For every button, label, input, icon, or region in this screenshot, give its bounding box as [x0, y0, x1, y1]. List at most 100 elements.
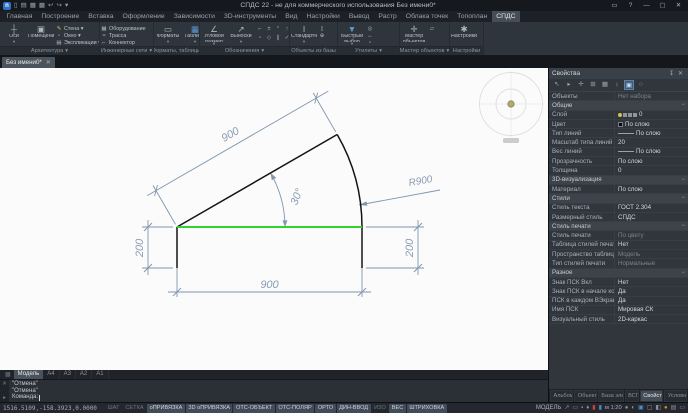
- screen-mode-icon[interactable]: ▭: [608, 1, 621, 11]
- property-row[interactable]: Масштаб типа линий 20: [549, 138, 688, 148]
- ribbon-button-icon[interactable]: ↑: [283, 25, 289, 33]
- property-row[interactable]: Общие: [549, 101, 688, 111]
- property-row[interactable]: Знак ПСК в начале ко... Да: [549, 287, 688, 297]
- app-logo-icon[interactable]: n: [3, 1, 11, 10]
- property-row[interactable]: ПСК в каждом ВЭкране Да: [549, 296, 688, 306]
- ribbon-tab[interactable]: СПДС: [491, 11, 521, 22]
- property-row[interactable]: Материал По слою: [549, 184, 688, 195]
- property-row[interactable]: Стиль текста ГОСТ 2.304: [549, 203, 688, 213]
- property-row[interactable]: Размерный стиль СПДС: [549, 212, 688, 223]
- close-icon[interactable]: ✕: [2, 381, 7, 387]
- ribbon-tab[interactable]: Топоплан: [453, 11, 492, 22]
- ribbon-button[interactable]: ▼ Быстрый выбор ▾: [339, 23, 365, 46]
- properties-toolbar-icon[interactable]: ↕: [612, 80, 622, 90]
- ribbon-button[interactable]: ▦ Оборудование: [101, 25, 145, 32]
- ribbon-tab[interactable]: Построение: [37, 11, 84, 22]
- ribbon-button[interactable]: ✱ Настройки ▾: [451, 23, 477, 46]
- property-row[interactable]: Вес линий По слою: [549, 147, 688, 158]
- ribbon-tab[interactable]: Вставка: [84, 11, 118, 22]
- ribbon-group-label[interactable]: Обозначения ▾: [200, 46, 289, 55]
- properties-toolbar-icon[interactable]: ○: [636, 80, 646, 90]
- ribbon-button[interactable]: ◎: [367, 25, 375, 32]
- panel-tab[interactable]: База эле...: [597, 389, 624, 402]
- close-icon[interactable]: ✕: [676, 70, 685, 77]
- property-row[interactable]: Визуальный стиль 2D-каркас: [549, 315, 688, 325]
- ribbon-button[interactable]: ▤ Экспликации ▾: [56, 39, 99, 46]
- ribbon-button[interactable]: ▭ Форматы ▾: [155, 23, 181, 46]
- dimension-texts[interactable]: 900 200 200 900 30° R900: [134, 125, 434, 291]
- property-row[interactable]: Прозрачность По слою: [549, 157, 688, 167]
- property-row[interactable]: Стили: [549, 194, 688, 204]
- ribbon-tab[interactable]: Настройки: [302, 11, 344, 22]
- status-icon[interactable]: ●: [664, 404, 668, 413]
- drawing-canvas[interactable]: 900 200 200 900 30° R900: [0, 68, 548, 370]
- scale-indicator[interactable]: м 1:20: [605, 405, 622, 411]
- minimize-button[interactable]: —: [640, 1, 653, 11]
- ribbon-button-icon[interactable]: ▫: [256, 34, 264, 42]
- property-row[interactable]: Цвет По слою: [549, 119, 688, 130]
- ribbon-button-icon[interactable]: ⌐: [256, 25, 264, 33]
- status-toggle[interactable]: ИЗО: [372, 404, 389, 413]
- ribbon-button-icon[interactable]: ∥: [274, 34, 282, 42]
- geometry-lines[interactable]: [176, 133, 363, 269]
- ribbon-button[interactable]: ✛ Мастер объектов ▾: [401, 23, 427, 46]
- status-icon[interactable]: ▭: [679, 404, 685, 413]
- command-prompt[interactable]: Команда:: [12, 394, 545, 401]
- ribbon-tab[interactable]: Облака точек: [401, 11, 452, 22]
- status-icon[interactable]: ▢: [647, 404, 653, 413]
- status-toggle[interactable]: СЕТКА: [123, 404, 146, 413]
- ribbon-button[interactable]: ≈ Трасса: [101, 32, 146, 39]
- ribbon-group-label[interactable]: Инженерные сети ▾: [100, 46, 153, 55]
- properties-toolbar-icon[interactable]: ✛: [576, 80, 586, 90]
- property-row[interactable]: 3D-визуализация: [549, 175, 688, 185]
- ribbon-button[interactable]: ▫ Окно ▾: [56, 32, 99, 39]
- status-icon[interactable]: ▮: [592, 404, 595, 413]
- properties-toolbar-icon[interactable]: ⊞: [588, 80, 598, 90]
- property-row[interactable]: Знак ПСК Вкл Нет: [549, 277, 688, 288]
- pin-icon[interactable]: ↧: [667, 70, 676, 77]
- properties-toolbar-icon[interactable]: ▸: [564, 80, 574, 90]
- status-toggle[interactable]: ВЕС: [389, 403, 406, 413]
- ribbon-button[interactable]: ┼ Оси ▾: [1, 23, 27, 46]
- ribbon-group-label[interactable]: Утилиты ▾: [338, 46, 399, 55]
- status-icon[interactable]: ▭: [572, 404, 578, 413]
- properties-toolbar-icon[interactable]: ↖: [552, 80, 562, 90]
- close-button[interactable]: ✕: [672, 1, 685, 11]
- command-line-panel[interactable]: ✕ ▸ "Отмена" "Отмена" Команда:: [0, 379, 548, 402]
- layout-grid-icon[interactable]: ▦: [2, 371, 14, 378]
- status-icon[interactable]: ◐: [631, 404, 635, 413]
- ribbon-button[interactable]: ✎ Стена ▾: [56, 25, 99, 32]
- ribbon-button-icon[interactable]: ±: [265, 25, 273, 33]
- panel-tab[interactable]: Объекты: [574, 389, 597, 402]
- status-icon[interactable]: ↗: [564, 404, 569, 413]
- panel-tab[interactable]: Условн...: [664, 389, 687, 402]
- ribbon-tab[interactable]: 3D-инструменты: [219, 11, 280, 22]
- status-toggle[interactable]: ДИН-ВВОД: [336, 403, 371, 413]
- status-toggle[interactable]: ШАГ: [105, 404, 122, 413]
- property-row[interactable]: Объекты Нет набора: [549, 92, 688, 102]
- ribbon-button[interactable]: ▦ ▾: [148, 23, 153, 46]
- status-icon[interactable]: ▣: [638, 404, 644, 413]
- status-icon[interactable]: ●: [625, 404, 629, 413]
- ribbon-tab[interactable]: Зависимости: [169, 11, 219, 22]
- quick-access-button-icon[interactable]: ▯: [14, 1, 18, 11]
- ribbon-tab[interactable]: Вид: [281, 11, 302, 22]
- status-toggle[interactable]: ШТРИХОВКА: [406, 403, 447, 413]
- ribbon-button[interactable]: ⊕: [319, 33, 327, 41]
- status-toggle[interactable]: 3D оПРИВЯЗКА: [185, 403, 233, 413]
- ribbon-button[interactable]: ↗ Выноски ▾: [228, 23, 254, 46]
- ribbon-tab[interactable]: Главная: [2, 11, 37, 22]
- ribbon-button-icon[interactable]: ◇: [265, 34, 273, 42]
- status-icon[interactable]: ▪: [581, 404, 583, 413]
- ribbon-button[interactable]: ▯: [319, 25, 327, 33]
- ribbon-button[interactable]: ⌐ Коннектор: [101, 39, 146, 46]
- quick-access-button-icon[interactable]: ↩: [48, 1, 53, 11]
- close-icon[interactable]: ✕: [46, 59, 51, 66]
- navigation-wheel[interactable]: [478, 71, 544, 145]
- properties-toolbar-icon[interactable]: ▦: [600, 80, 610, 90]
- ribbon-group-label[interactable]: Настройки: [450, 46, 483, 55]
- ribbon-button-icon[interactable]: °: [274, 25, 282, 33]
- property-row[interactable]: Пространство таблиц... Модель: [549, 250, 688, 260]
- property-row[interactable]: Стиль печати: [549, 222, 688, 232]
- quick-access-button-icon[interactable]: ▾: [65, 1, 68, 11]
